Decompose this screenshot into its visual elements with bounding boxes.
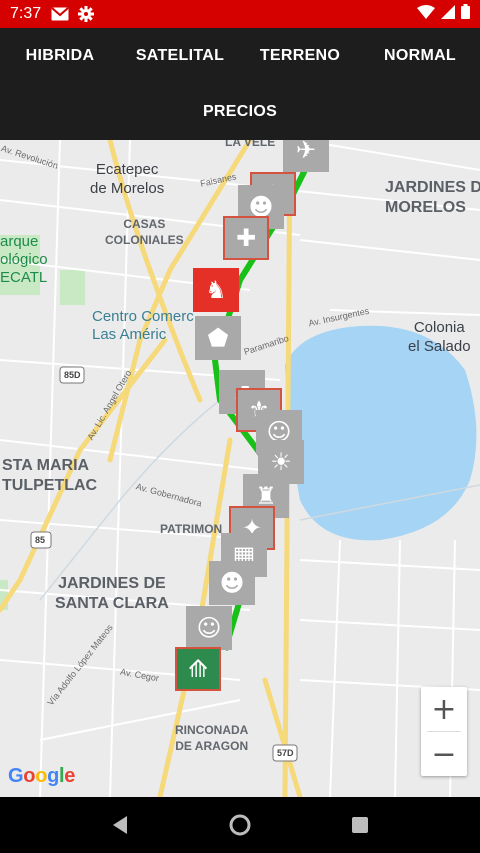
label-santa-maria: STA MARIA TULPETLAC <box>2 457 98 494</box>
shield-57d: 57D <box>277 748 294 758</box>
status-bar: 7:37 <box>0 0 480 28</box>
label-centro-comercial: Centro Comerc Las Améric <box>92 308 194 343</box>
station-icon-4: ✚ <box>235 224 257 252</box>
label-patrimonio: PATRIMON <box>160 522 223 536</box>
station-icon-14: ☻ <box>219 569 245 597</box>
back-triangle-icon <box>113 816 127 834</box>
station-marker-6[interactable]: ⬟ <box>195 316 241 360</box>
home-circle-icon <box>229 814 251 836</box>
hibrida-button[interactable]: HIBRIDA <box>0 28 120 84</box>
battery-icon <box>461 4 470 24</box>
back-button[interactable] <box>100 805 140 845</box>
zoom-in-button[interactable]: + <box>421 687 467 731</box>
label-parque: arque ológico ECATL <box>0 233 48 286</box>
system-nav-bar <box>0 797 480 853</box>
station-marker-14[interactable]: ☻ <box>209 561 255 605</box>
station-icon-11: ♜ <box>255 482 277 510</box>
station-marker-1[interactable]: ✈ <box>283 140 329 172</box>
shield-85d: 85D <box>64 370 81 380</box>
station-marker-4[interactable]: ✚ <box>223 216 269 260</box>
station-icon-10: ☀ <box>270 448 292 476</box>
station-icon-15: ☺ <box>196 614 222 642</box>
zoom-out-button[interactable]: − <box>421 732 467 776</box>
label-colonia-salado: Colonia el Salado <box>408 319 471 355</box>
label-la-velle: LA VELE <box>225 140 276 149</box>
map-view[interactable]: LA VELE Ecatepec de Morelos CASAS COLONI… <box>0 140 480 797</box>
normal-button[interactable]: NORMAL <box>360 28 480 84</box>
shield-85: 85 <box>35 535 46 545</box>
label-jardines-santa-clara: JARDINES DE SANTA CLARA <box>55 575 169 612</box>
station-marker-15[interactable]: ☺ <box>186 606 232 650</box>
google-logo: Google <box>8 765 76 787</box>
station-marker-5[interactable]: ♞ <box>193 268 239 312</box>
cell-signal-icon <box>441 4 455 24</box>
recents-square-icon <box>352 817 368 833</box>
status-time: 7:37 <box>10 5 42 22</box>
precios-button[interactable]: PRECIOS <box>170 84 310 140</box>
station-marker-16[interactable]: ⟰ <box>175 647 221 691</box>
satelital-button[interactable]: SATELITAL <box>120 28 240 84</box>
station-icon-16: ⟰ <box>187 655 209 683</box>
map-type-toolbar: HIBRIDA SATELITAL TERRENO NORMAL PRECIOS <box>0 28 480 140</box>
zoom-controls: + − <box>421 687 467 776</box>
terreno-button[interactable]: TERRENO <box>240 28 360 84</box>
gmail-icon <box>51 6 69 22</box>
label-jardines-morelos: JARDINES D MORELOS <box>385 179 480 216</box>
station-icon-1: ✈ <box>295 140 317 164</box>
station-icon-5: ♞ <box>205 276 227 304</box>
home-button[interactable] <box>220 805 260 845</box>
recents-button[interactable] <box>340 805 380 845</box>
settings-gear-icon <box>77 6 95 22</box>
label-casas-coloniales: CASAS COLONIALES <box>105 217 184 247</box>
label-ecatepec: Ecatepec de Morelos <box>90 161 165 197</box>
station-icon-6: ⬟ <box>207 324 229 352</box>
wifi-icon <box>417 4 435 24</box>
label-rinconada-aragon: RINCONADA DE ARAGON <box>175 723 249 753</box>
